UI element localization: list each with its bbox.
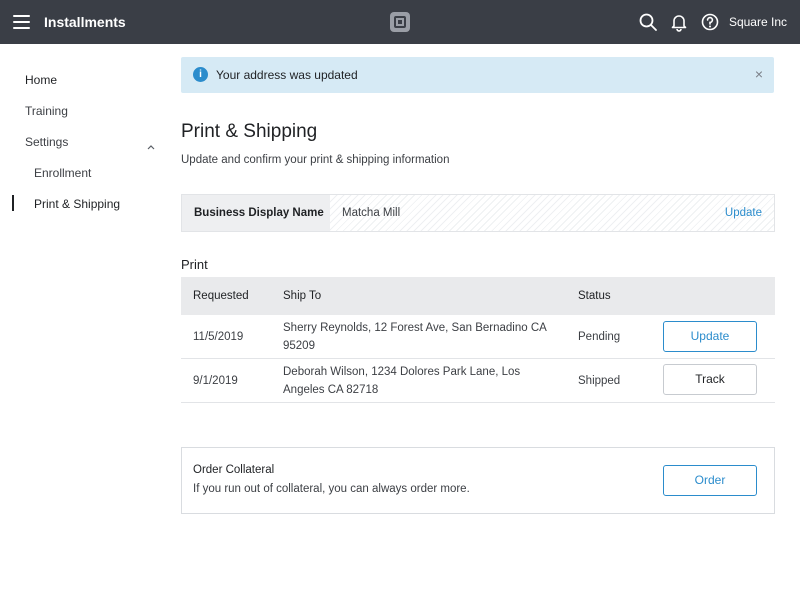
print-table-header: Requested Ship To Status: [181, 277, 775, 315]
column-header-requested: Requested: [193, 290, 249, 302]
requested-date: 9/1/2019: [193, 375, 238, 387]
info-icon: i: [193, 67, 208, 82]
column-header-status: Status: [578, 290, 611, 302]
chevron-up-icon[interactable]: [146, 138, 156, 150]
order-collateral-title: Order Collateral: [193, 464, 275, 476]
requested-date: 11/5/2019: [193, 331, 244, 343]
page-title: Print & Shipping: [181, 121, 318, 142]
square-logo[interactable]: [390, 12, 410, 32]
bell-icon[interactable]: [669, 12, 689, 32]
business-display-name-row: Business Display Name Matcha Mill Update: [181, 194, 775, 232]
column-header-ship-to: Ship To: [283, 290, 322, 302]
search-icon[interactable]: [638, 12, 658, 32]
help-icon[interactable]: [700, 12, 720, 32]
order-button[interactable]: Order: [663, 465, 757, 496]
active-indicator: [12, 195, 14, 211]
close-icon[interactable]: ×: [755, 66, 763, 82]
sidebar-item-settings[interactable]: Settings: [25, 135, 68, 149]
business-display-name-label: Business Display Name: [194, 207, 324, 219]
menu-icon[interactable]: [13, 15, 30, 29]
sidebar: Home Training Settings Enrollment Print …: [0, 44, 170, 600]
status-text: Pending: [578, 331, 621, 343]
sidebar-item-print-shipping[interactable]: Print & Shipping: [34, 197, 120, 211]
alert-banner: i Your address was updated ×: [181, 57, 774, 93]
ship-to-line-2: Angeles CA 82718: [283, 384, 379, 396]
order-collateral-card: Order Collateral If you run out of colla…: [181, 447, 775, 514]
ship-to-line-1: Deborah Wilson, 1234 Dolores Park Lane, …: [283, 366, 521, 378]
sidebar-item-home[interactable]: Home: [25, 73, 57, 87]
business-label-cell: Business Display Name: [182, 195, 330, 231]
ship-to-address: Sherry Reynolds, 12 Forest Ave, San Bern…: [283, 319, 547, 355]
table-row: 9/1/2019 Deborah Wilson, 1234 Dolores Pa…: [181, 359, 775, 403]
sidebar-item-enrollment[interactable]: Enrollment: [34, 166, 91, 180]
sidebar-item-training[interactable]: Training: [25, 104, 68, 118]
app-title: Installments: [44, 14, 126, 30]
merchant-name[interactable]: Square Inc: [729, 15, 787, 29]
update-order-button[interactable]: Update: [663, 321, 757, 352]
business-update-link[interactable]: Update: [725, 207, 762, 219]
ship-to-address: Deborah Wilson, 1234 Dolores Park Lane, …: [283, 363, 520, 399]
page-subtitle: Update and confirm your print & shipping…: [181, 154, 450, 166]
print-section-title: Print: [181, 257, 208, 272]
order-collateral-description: If you run out of collateral, you can al…: [193, 483, 470, 495]
ship-to-line-2: 95209: [283, 340, 315, 352]
table-row: 11/5/2019 Sherry Reynolds, 12 Forest Ave…: [181, 315, 775, 359]
ship-to-line-1: Sherry Reynolds, 12 Forest Ave, San Bern…: [283, 322, 547, 334]
status-text: Shipped: [578, 375, 621, 387]
alert-message: Your address was updated: [216, 68, 358, 82]
business-display-name-value: Matcha Mill: [342, 207, 401, 219]
top-bar: Installments Square Inc: [0, 0, 800, 44]
track-order-button[interactable]: Track: [663, 364, 757, 395]
